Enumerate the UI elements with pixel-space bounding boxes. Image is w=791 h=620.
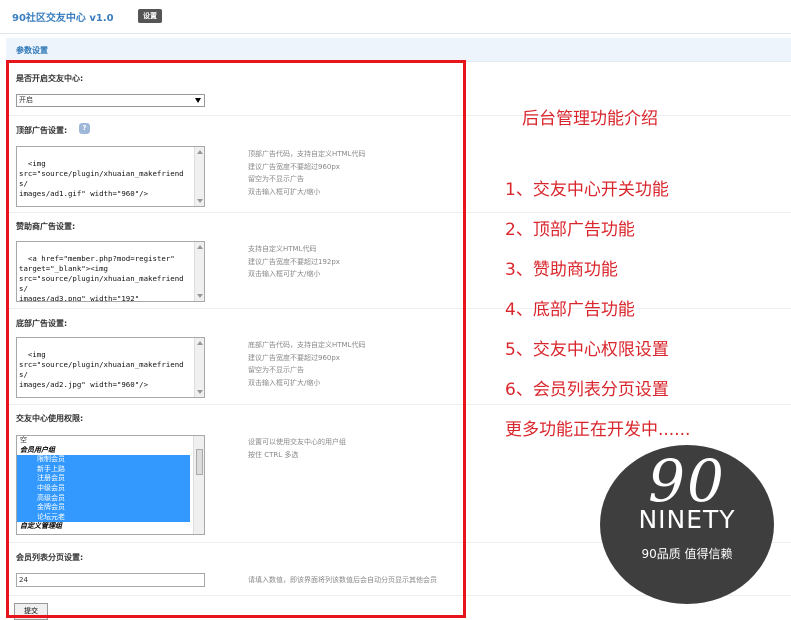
scroll-up-icon[interactable] — [197, 150, 203, 154]
scroll-down-icon[interactable] — [197, 199, 203, 203]
listbox-option[interactable]: 注册会员 — [17, 474, 190, 484]
chevron-down-icon — [195, 98, 201, 103]
page-size-hint: 请填入数值，即该界面将列该数值后会自动分页显示其他会员 — [248, 574, 437, 587]
hint-line: 支持自定义HTML代码 — [248, 245, 317, 253]
hint-line: 按住 CTRL 多选 — [248, 450, 299, 459]
permission-listbox[interactable]: 空会员用户组 限制会员 新手上路 注册会员 中级会员 高级会员 金牌会员 论坛元老 自定义管理组 — [16, 435, 205, 535]
hint-line: 建议广告宽度不要超过960px — [248, 162, 340, 171]
row-divider — [6, 404, 791, 405]
logo-word: NINETY — [638, 505, 736, 534]
annotation-item: 2、顶部广告功能 — [505, 220, 635, 240]
annotation-item: 1、交友中心开关功能 — [505, 180, 669, 200]
row-divider — [6, 212, 791, 213]
settings-button[interactable]: 设置 — [138, 9, 162, 23]
scroll-down-icon[interactable] — [197, 294, 203, 298]
listbox-options: 空会员用户组 限制会员 新手上路 注册会员 中级会员 高级会员 金牌会员 论坛元老 自定义管理组 — [17, 436, 204, 532]
enable-select[interactable]: 开启 — [16, 94, 205, 107]
scrollbar[interactable] — [194, 338, 204, 397]
scroll-down-icon[interactable] — [197, 390, 203, 394]
app-title: 90社区交友中心 v1.0 — [12, 13, 114, 24]
hint-line: 双击输入框可扩大/缩小 — [248, 187, 321, 196]
logo-slogan: 90品质 值得信赖 — [641, 547, 733, 561]
section-header: 参数设置 — [6, 38, 791, 62]
hint-line: 双击输入框可扩大/缩小 — [248, 378, 321, 387]
scroll-up-icon[interactable] — [197, 341, 203, 345]
help-icon[interactable]: ? — [79, 123, 90, 134]
top-ad-hints: 顶部广告代码，支持自定义HTML代码 建议广告宽度不要超过960px 留空为不显… — [248, 148, 365, 198]
sponsor-ad-label: 赞助商广告设置: — [16, 222, 76, 231]
top-ad-label: 顶部广告设置: — [16, 126, 68, 135]
listbox-option[interactable]: 论坛元老 — [17, 512, 190, 523]
ninety-logo: 90 NINETY 90品质 值得信赖 — [600, 445, 774, 604]
listbox-option[interactable]: 新手上路 — [17, 464, 190, 475]
annotation-item: 3、赞助商功能 — [505, 260, 618, 280]
listbox-option[interactable]: 中级会员 — [17, 483, 190, 494]
bottom-ad-hints: 底部广告代码，支持自定义HTML代码 建议广告宽度不要超过960px 留空为不显… — [248, 339, 365, 389]
page-size-input[interactable]: 24 — [16, 573, 205, 587]
hint-line: 留空为不显示广告 — [248, 175, 304, 183]
enable-label: 是否开启交友中心: — [16, 74, 84, 83]
hint-line: 顶部广告代码，支持自定义HTML代码 — [248, 150, 366, 158]
hint-line: 留空为不显示广告 — [248, 366, 304, 374]
annotation-title: 后台管理功能介绍 — [522, 109, 658, 129]
listbox-option[interactable]: 高级会员 — [17, 493, 190, 504]
enable-select-value: 开启 — [19, 96, 33, 104]
listbox-option[interactable]: 限制会员 — [17, 455, 190, 465]
sponsor-ad-code: <a href="member.php?mod=register" target… — [19, 254, 184, 302]
permission-hints: 设置可以使用交友中心的用户组 按住 CTRL 多选 — [248, 436, 346, 461]
row-divider — [6, 308, 791, 309]
scrollbar[interactable] — [194, 242, 204, 301]
annotation-item: 5、交友中心权限设置 — [505, 340, 669, 360]
annotation-item: 更多功能正在开发中...... — [505, 420, 691, 440]
page-size-label: 会员列表分页设置: — [16, 553, 84, 562]
annotation-item: 4、底部广告功能 — [505, 300, 635, 320]
scrollbar[interactable] — [194, 147, 204, 206]
hint-line: 设置可以使用交友中心的用户组 — [248, 438, 346, 446]
hint-line: 建议广告宽度不要超过960px — [248, 353, 340, 362]
scroll-up-icon[interactable] — [197, 245, 203, 249]
listbox-option[interactable]: 金牌会员 — [17, 503, 190, 513]
top-ad-code: <img src="source/plugin/xhuaian_makefrie… — [19, 159, 184, 198]
row-divider — [6, 115, 791, 116]
scrollbar-thumb[interactable] — [196, 449, 203, 475]
top-ad-textarea[interactable]: <img src="source/plugin/xhuaian_makefrie… — [16, 146, 205, 207]
scrollbar[interactable] — [193, 436, 204, 534]
hint-line: 请填入数值，即该界面将列该数值后会自动分页显示其他会员 — [248, 576, 437, 584]
listbox-group-header[interactable]: 自定义管理组 — [17, 522, 204, 532]
bottom-ad-label: 底部广告设置: — [16, 319, 68, 328]
section-title: 参数设置 — [16, 46, 48, 55]
permission-label: 交友中心使用权限: — [16, 414, 84, 423]
listbox-option[interactable]: 空 — [17, 436, 204, 446]
hint-line: 建议广告宽度不要超过192px — [248, 257, 340, 266]
hint-line: 双击输入框可扩大/缩小 — [248, 270, 321, 278]
hint-line: 底部广告代码，支持自定义HTML代码 — [248, 341, 366, 349]
annotation-item: 6、会员列表分页设置 — [505, 380, 669, 400]
sponsor-ad-textarea[interactable]: <a href="member.php?mod=register" target… — [16, 241, 205, 302]
listbox-group-header[interactable]: 会员用户组 — [17, 446, 204, 456]
bottom-ad-textarea[interactable]: <img src="source/plugin/xhuaian_makefrie… — [16, 337, 205, 398]
submit-button[interactable]: 提交 — [14, 603, 48, 620]
top-bar: 90社区交友中心 v1.0 设置 — [0, 0, 791, 34]
sponsor-ad-hints: 支持自定义HTML代码 建议广告宽度不要超过192px 双击输入框可扩大/缩小 — [248, 243, 340, 281]
bottom-ad-code: <img src="source/plugin/xhuaian_makefrie… — [19, 350, 184, 389]
